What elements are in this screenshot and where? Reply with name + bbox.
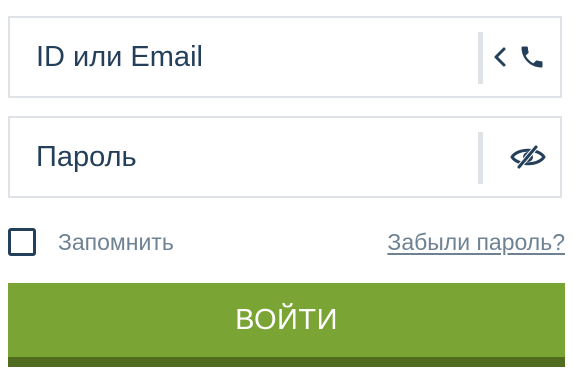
phone-icon[interactable]	[514, 18, 550, 96]
eye-crossed-icon[interactable]	[500, 118, 556, 196]
login-input[interactable]	[36, 18, 466, 96]
field-divider	[478, 32, 483, 84]
remember-checkbox[interactable]	[8, 228, 36, 256]
login-button[interactable]: ВОЙТИ	[8, 283, 565, 367]
chevron-left-icon[interactable]	[490, 18, 510, 96]
login-field	[8, 16, 562, 98]
login-form: Запомнить Забыли пароль? ВОЙТИ	[0, 0, 573, 374]
forgot-password-link[interactable]: Забыли пароль?	[387, 229, 565, 256]
password-field	[8, 116, 562, 198]
field-divider	[478, 132, 483, 184]
remember-me[interactable]: Запомнить	[8, 224, 174, 260]
password-input[interactable]	[36, 118, 466, 196]
remember-label: Запомнить	[58, 228, 174, 255]
